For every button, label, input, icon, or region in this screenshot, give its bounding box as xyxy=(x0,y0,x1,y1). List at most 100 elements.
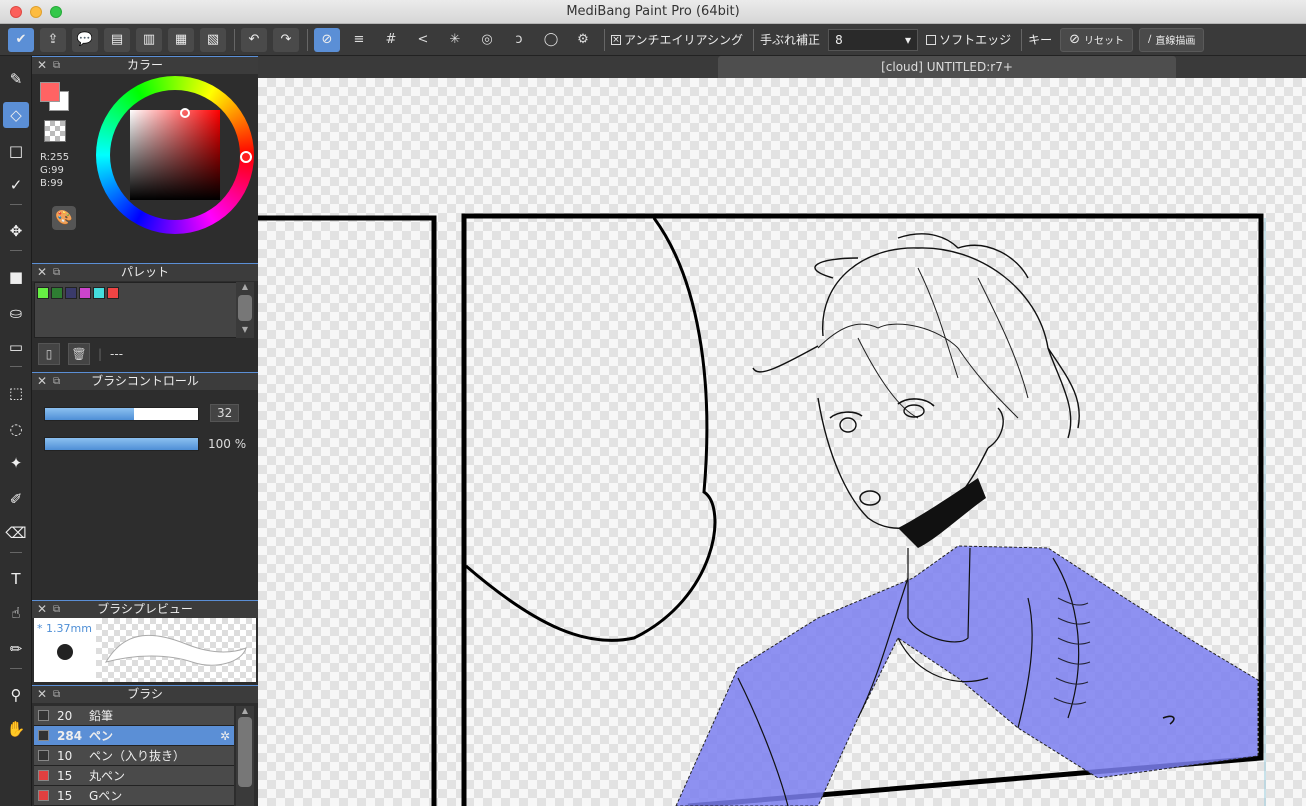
stabilizer-select[interactable]: 8 ▾ xyxy=(828,28,919,51)
reset-button[interactable]: ⊘ リセット xyxy=(1060,27,1133,52)
operation-tool-icon[interactable]: ☝ xyxy=(3,600,29,626)
select-eraser-icon[interactable]: ⌫ xyxy=(3,520,29,546)
snap-settings-icon[interactable]: ⚙ xyxy=(570,28,596,52)
popout-icon[interactable]: ⧉ xyxy=(53,601,60,618)
magic-wand-icon[interactable]: ✦ xyxy=(3,450,29,476)
hand-tool-icon[interactable]: ✋ xyxy=(3,716,29,742)
hue-cursor[interactable] xyxy=(240,151,252,163)
stroke-preview-svg xyxy=(104,634,247,666)
concentric-snap-icon[interactable]: ◎ xyxy=(474,28,500,52)
saturation-value-square[interactable] xyxy=(130,110,220,200)
palette-swatches xyxy=(34,282,254,338)
antialias-checkbox[interactable]: × アンチエイリアシング xyxy=(611,31,743,48)
lasso-icon[interactable]: ◌ xyxy=(3,416,29,442)
softedge-checkbox[interactable]: ソフトエッジ xyxy=(926,31,1011,48)
popout-icon[interactable]: ⧉ xyxy=(53,373,60,390)
transparent-color-swatch[interactable] xyxy=(44,120,66,142)
brush-preview-panel-header: ✕ ⧉ ブラシプレビュー xyxy=(32,600,258,618)
eraser-tool-icon[interactable]: ◇ xyxy=(3,102,29,128)
main-toolbar: ✔ ⇪ 💬 ▤ ▥ ▦ ▧ ↶ ↷ ⊘ ≡ # < ✳ ◎ ↄ ◯ ⚙ × アンチ… xyxy=(0,24,1306,56)
close-window-button[interactable] xyxy=(10,6,22,18)
key-label: キー xyxy=(1028,33,1053,47)
gear-icon[interactable]: ✲ xyxy=(220,729,230,743)
trash-icon[interactable]: 🗑 xyxy=(68,343,90,365)
divide-panel-icon[interactable]: ✏ xyxy=(3,636,29,662)
close-icon[interactable]: ✕ xyxy=(37,57,47,74)
rect-select-icon[interactable]: ⬚ xyxy=(3,380,29,406)
brush-size-slider[interactable] xyxy=(44,407,199,421)
brush-item[interactable]: 15 丸ペン xyxy=(34,766,234,786)
document-tab[interactable]: [cloud] UNTITLED:r7+ xyxy=(718,56,1176,78)
dot-tool-icon[interactable]: □ xyxy=(3,138,29,164)
popout-icon[interactable]: ⧉ xyxy=(53,57,60,74)
palette-swatch[interactable] xyxy=(51,287,63,299)
sv-cursor[interactable] xyxy=(180,108,190,118)
shape-fill-icon[interactable]: ■ xyxy=(3,264,29,290)
minimize-window-button[interactable] xyxy=(30,6,42,18)
undo-icon[interactable]: ↶ xyxy=(241,27,267,52)
cross-snap-icon[interactable]: # xyxy=(378,28,404,52)
comment-icon[interactable]: ▤ xyxy=(104,27,130,52)
circle-snap-icon[interactable]: ◯ xyxy=(538,28,564,52)
redo-icon[interactable]: ↷ xyxy=(273,27,299,52)
brush-size-label: * 1.37mm xyxy=(37,622,92,635)
eyedropper-icon[interactable]: ⚲ xyxy=(3,682,29,708)
move-tool-icon[interactable]: ✥ xyxy=(3,218,29,244)
close-icon[interactable]: ✕ xyxy=(37,264,47,281)
red-value: R:255 xyxy=(40,152,70,163)
foreground-color-swatch[interactable] xyxy=(40,82,60,102)
maximize-window-button[interactable] xyxy=(50,6,62,18)
brush-size-value[interactable]: 32 xyxy=(210,404,240,422)
straight-line-button[interactable]: ∕ 直線描画 xyxy=(1139,27,1205,52)
radial-snap-icon[interactable]: ✳ xyxy=(442,28,468,52)
layout-icon[interactable]: ▦ xyxy=(168,27,194,52)
document-tab-bar: [cloud] UNTITLED:r7+ xyxy=(258,56,1306,78)
palette-swatch[interactable] xyxy=(93,287,105,299)
brush-item[interactable]: 15 Gペン xyxy=(34,786,234,806)
grid-tile-icon[interactable]: ▧ xyxy=(200,27,226,52)
palette-swatch[interactable] xyxy=(37,287,49,299)
brush-opacity-slider[interactable] xyxy=(44,437,199,451)
select-pen-tool-icon[interactable]: ✐ xyxy=(3,486,29,512)
pen-line-icon: ∕ xyxy=(1148,34,1152,45)
close-icon[interactable]: ✕ xyxy=(37,601,47,618)
page-icon[interactable]: ▥ xyxy=(136,27,162,52)
brush-panel-header: ✕ ⧉ ブラシ xyxy=(32,685,258,703)
drawing-canvas[interactable] xyxy=(258,78,1306,806)
curve-snap-icon[interactable]: ↄ xyxy=(506,28,532,52)
brush-item-selected[interactable]: 284 ペン ✲ xyxy=(34,726,234,746)
close-icon[interactable]: ✕ xyxy=(37,686,47,703)
palette-swatch[interactable] xyxy=(107,287,119,299)
parallel-snap-icon[interactable]: ≡ xyxy=(346,28,372,52)
new-palette-icon[interactable]: ▯ xyxy=(38,343,60,365)
palette-scrollbar[interactable]: ▲ ▼ xyxy=(236,282,254,338)
panels-column: ✕ ⧉ カラー R:255 G:99 B:99 🎨 ✕ ⧉ パレット ▲ ▼ ▯… xyxy=(32,56,258,806)
brush-item[interactable]: 10 ペン（入り抜き） xyxy=(34,746,234,766)
brush-stroke-preview xyxy=(96,618,256,682)
popout-icon[interactable]: ⧉ xyxy=(53,264,60,281)
snap-off-icon[interactable]: ⊘ xyxy=(314,27,340,52)
color-wheel[interactable] xyxy=(96,76,254,234)
brush-tip-preview: * 1.37mm xyxy=(34,618,96,682)
cloud-icon[interactable]: ✔ xyxy=(8,27,34,52)
prohibit-icon: ⊘ xyxy=(1069,32,1080,47)
select-pen-icon[interactable]: ✓ xyxy=(3,172,29,198)
tool-strip: ✎ ◇ □ ✓ ✥ ■ ⛀ ▭ ⬚ ◌ ✦ ✐ ⌫ T ☝ ✏ ⚲ ✋ xyxy=(0,56,32,806)
palette-icon[interactable]: 🎨 xyxy=(52,206,76,230)
popout-icon[interactable]: ⧉ xyxy=(53,686,60,703)
close-icon[interactable]: ✕ xyxy=(37,373,47,390)
brush-control-panel-header: ✕ ⧉ ブラシコントロール xyxy=(32,372,258,390)
brush-list-scrollbar[interactable]: ▲ xyxy=(236,706,254,806)
palette-swatch[interactable] xyxy=(79,287,91,299)
bucket-icon[interactable]: ⛀ xyxy=(3,300,29,326)
brush-item[interactable]: 20 鉛筆 xyxy=(34,706,234,726)
window-title: MediBang Paint Pro (64bit) xyxy=(566,4,740,19)
brush-tool-icon[interactable]: ✎ xyxy=(3,66,29,92)
palette-swatch[interactable] xyxy=(65,287,77,299)
gradient-icon[interactable]: ▭ xyxy=(3,334,29,360)
share-icon[interactable]: ⇪ xyxy=(40,27,66,52)
color-panel-header: ✕ ⧉ カラー xyxy=(32,56,258,74)
text-tool-icon[interactable]: T xyxy=(3,566,29,592)
speech-bubble-icon[interactable]: 💬 xyxy=(72,27,98,52)
vanishing-point-snap-icon[interactable]: < xyxy=(410,28,436,52)
